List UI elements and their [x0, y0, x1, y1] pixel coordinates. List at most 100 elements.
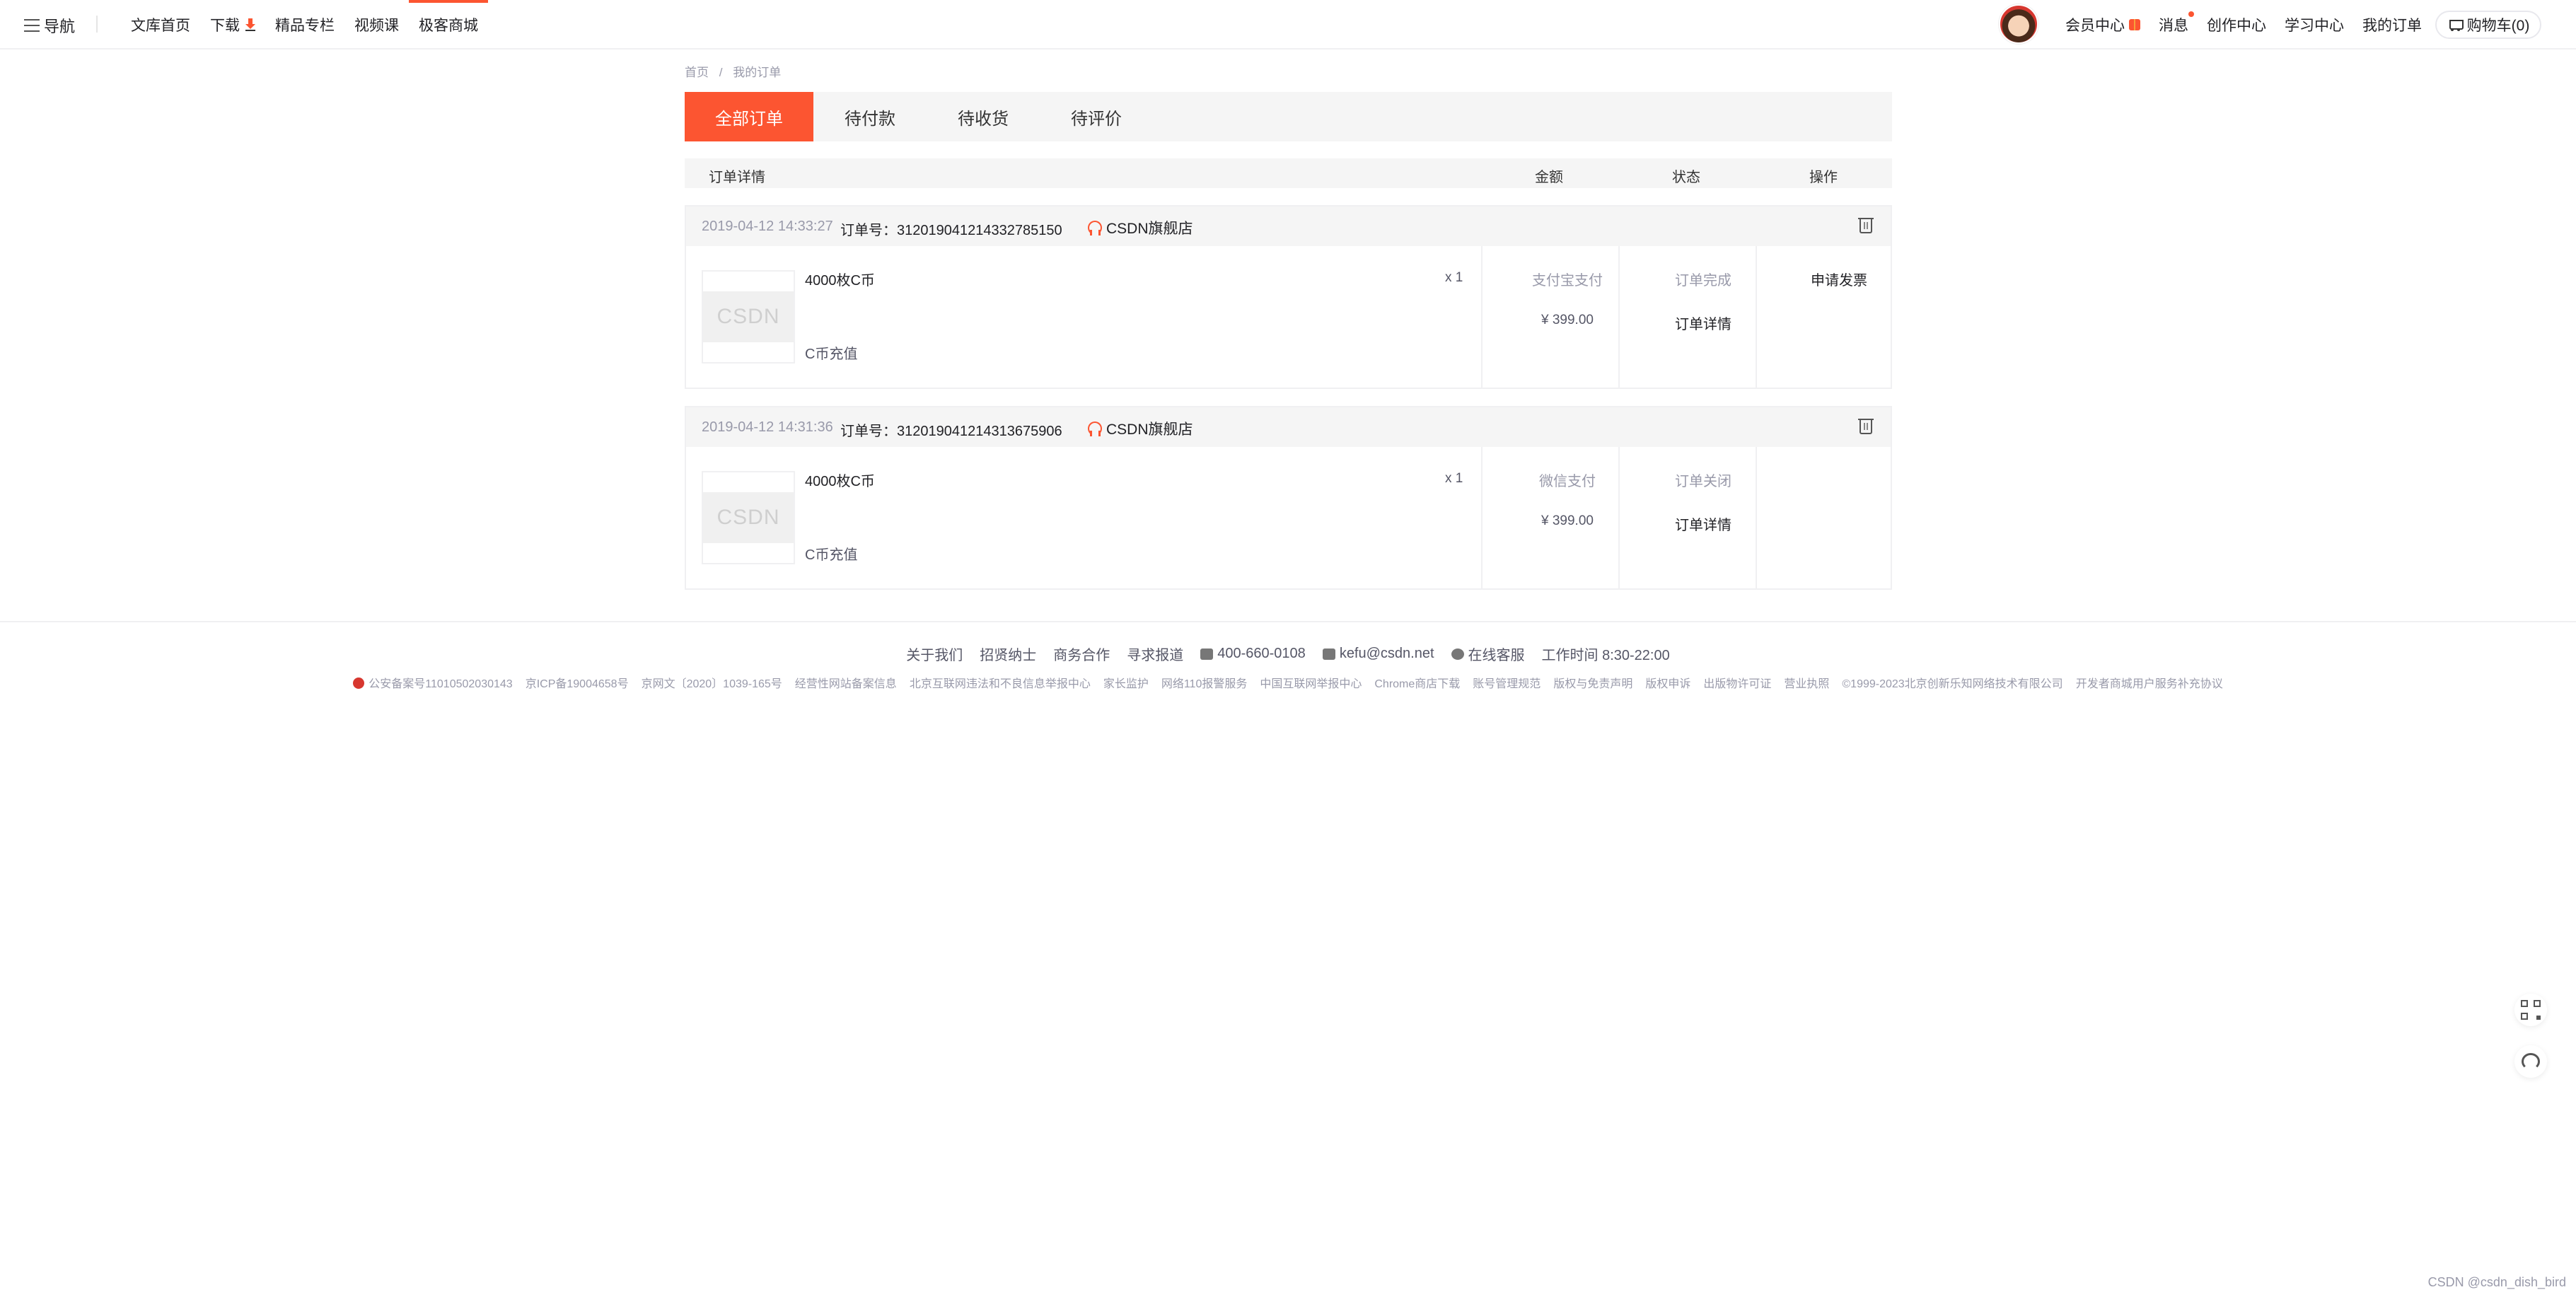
nav-link-mall[interactable]: 极客商城 [409, 0, 488, 50]
footer-legal-item[interactable]: 版权申诉 [1645, 674, 1690, 691]
product-category: C币充值 [805, 347, 858, 362]
footer-divider [0, 621, 2576, 622]
footer-legal-item[interactable]: 公安备案号11010502030143 [353, 674, 513, 691]
shop-name: CSDN旗舰店 [1106, 421, 1193, 438]
csdn-logo: CSDN [703, 492, 794, 543]
product-quantity: x 1 [1445, 270, 1463, 285]
shop-link[interactable]: CSDN旗舰店 [1088, 418, 1193, 439]
footer-links: 关于我们 招贤纳士 商务合作 寻求报道 400-660-0108 kefu@cs… [0, 644, 2576, 664]
qr-code-button[interactable] [2514, 994, 2547, 1026]
user-links: 会员中心 消息 创作中心 学习中心 我的订单 [2065, 0, 2440, 50]
footer-email[interactable]: kefu@csdn.net [1322, 644, 1434, 664]
headset-icon [1088, 421, 1102, 436]
cart-label: 购物车(0) [2466, 18, 2530, 34]
footer-legal-item[interactable]: 账号管理规范 [1473, 674, 1541, 691]
messages-link[interactable]: 消息 [2159, 11, 2194, 35]
nav-menu-button[interactable]: 导航 [24, 14, 75, 37]
nav-link-library[interactable]: 文库首页 [131, 0, 190, 50]
footer-legal-item[interactable]: 开发者商城用户服务补充协议 [2076, 674, 2223, 691]
nav-link-download[interactable]: 下载 [210, 0, 255, 50]
tab-pending-payment[interactable]: 待付款 [813, 92, 927, 141]
product-thumbnail[interactable]: CSDN [702, 471, 795, 564]
request-invoice-button[interactable]: 申请发票 [1775, 269, 1903, 289]
footer-phone-text: 400-660-0108 [1217, 646, 1306, 661]
shop-name: CSDN旗舰店 [1106, 221, 1193, 237]
cart-icon [2447, 18, 2464, 31]
headset-icon [2522, 1053, 2540, 1070]
download-icon [245, 18, 255, 31]
order-card: 2019-04-12 14:33:27 订单号：3120190412143327… [685, 205, 1892, 389]
footer-about[interactable]: 关于我们 [906, 644, 963, 664]
product-name[interactable]: 4000枚C币 [805, 470, 875, 490]
footer-phone[interactable]: 400-660-0108 [1200, 644, 1306, 664]
order-time: 2019-04-12 14:33:27 [702, 219, 833, 234]
tab-pending-delivery[interactable]: 待收货 [927, 92, 1040, 141]
trash-icon[interactable] [1858, 419, 1874, 434]
nav-menu-label: 导航 [44, 18, 76, 35]
footer-legal-item[interactable]: 版权与免责声明 [1553, 674, 1632, 691]
notification-dot [2188, 11, 2194, 17]
police-badge-icon [353, 677, 365, 689]
product-category: C币充值 [805, 547, 858, 563]
footer-online-service[interactable]: 在线客服 [1451, 644, 1525, 664]
breadcrumb-home[interactable]: 首页 [685, 66, 709, 79]
customer-service-button[interactable] [2514, 1045, 2547, 1078]
footer-legal-item[interactable]: 经营性网站备案信息 [795, 674, 897, 691]
order-detail-link[interactable]: 订单详情 [1640, 313, 1767, 333]
footer-legal-item[interactable]: 家长监护 [1103, 674, 1149, 691]
footer-press[interactable]: 寻求报道 [1127, 644, 1183, 664]
footer-legal-item[interactable]: 北京互联网违法和不良信息举报中心 [910, 674, 1091, 691]
header-detail: 订单详情 [709, 170, 765, 185]
product-thumbnail[interactable]: CSDN [702, 270, 795, 363]
order-number: 订单号：312019041214313675906 [840, 424, 1062, 439]
order-time: 2019-04-12 14:31:36 [702, 419, 833, 435]
top-nav-bar: 导航 文库首页 下载 精品专栏 视频课 极客商城 会员中心 消息 创作中心 学习… [0, 0, 2576, 50]
footer-legal-item[interactable]: 京网文〔2020〕1039-165号 [642, 674, 782, 691]
breadcrumb-current: 我的订单 [733, 66, 782, 79]
footer-legal-item[interactable]: 出版物许可证 [1703, 674, 1771, 691]
avatar[interactable] [1999, 4, 2038, 44]
nav-link-video[interactable]: 视频课 [354, 0, 399, 50]
payment-method: 支付宝支付 [1532, 273, 1603, 289]
column-divider [1481, 447, 1483, 588]
footer-jobs[interactable]: 招贤纳士 [980, 644, 1036, 664]
product-name[interactable]: 4000枚C币 [805, 269, 875, 289]
learning-center-link[interactable]: 学习中心 [2285, 14, 2344, 35]
shop-link[interactable]: CSDN旗舰店 [1088, 217, 1193, 238]
nav-link-column[interactable]: 精品专栏 [275, 0, 335, 50]
cart-button[interactable]: 购物车(0) [2435, 11, 2541, 39]
footer-business[interactable]: 商务合作 [1053, 644, 1110, 664]
product-quantity: x 1 [1445, 471, 1463, 486]
footer-legal-item[interactable]: Chrome商店下载 [1374, 674, 1460, 691]
breadcrumb: 首页 / 我的订单 [685, 62, 788, 80]
watermark: CSDN @csdn_dish_bird [2427, 1275, 2566, 1289]
qr-code-icon [2521, 1000, 2541, 1020]
my-orders-link[interactable]: 我的订单 [2362, 14, 2422, 35]
tab-pending-review[interactable]: 待评价 [1040, 92, 1153, 141]
order-detail-link[interactable]: 订单详情 [1640, 513, 1767, 534]
footer-legal-item[interactable]: 中国互联网举报中心 [1260, 674, 1362, 691]
trash-icon[interactable] [1858, 218, 1874, 233]
hamburger-icon [24, 19, 40, 32]
member-center-label: 会员中心 [2065, 18, 2125, 34]
order-card: 2019-04-12 14:31:36 订单号：3120190412143136… [685, 406, 1892, 590]
header-status: 状态 [1672, 170, 1700, 185]
header-action: 操作 [1809, 170, 1838, 185]
order-amount: ¥ 399.00 [1541, 513, 1594, 528]
tab-all-orders[interactable]: 全部订单 [685, 92, 813, 141]
column-divider [1481, 246, 1483, 388]
nav-link-download-label: 下载 [210, 18, 240, 34]
member-center-link[interactable]: 会员中心 [2065, 14, 2140, 35]
footer-legal-item[interactable]: 京ICP备19004658号 [526, 674, 629, 691]
footer-legal-item[interactable]: 网络110报警服务 [1161, 674, 1248, 691]
mail-icon [1322, 648, 1335, 660]
footer-legal: 公安备案号11010502030143 京ICP备19004658号 京网文〔2… [0, 674, 2576, 691]
order-status: 订单关闭 [1675, 474, 1731, 489]
footer-online-service-text: 在线客服 [1468, 648, 1525, 663]
footer-copyright: ©1999-2023北京创新乐知网络技术有限公司 [1842, 678, 2063, 690]
order-header: 2019-04-12 14:33:27 订单号：3120190412143327… [686, 207, 1891, 246]
order-header: 2019-04-12 14:31:36 订单号：3120190412143136… [686, 407, 1891, 447]
footer-legal-item[interactable]: 营业执照 [1784, 674, 1829, 691]
creation-center-link[interactable]: 创作中心 [2207, 14, 2266, 35]
headset-icon [1088, 221, 1102, 235]
